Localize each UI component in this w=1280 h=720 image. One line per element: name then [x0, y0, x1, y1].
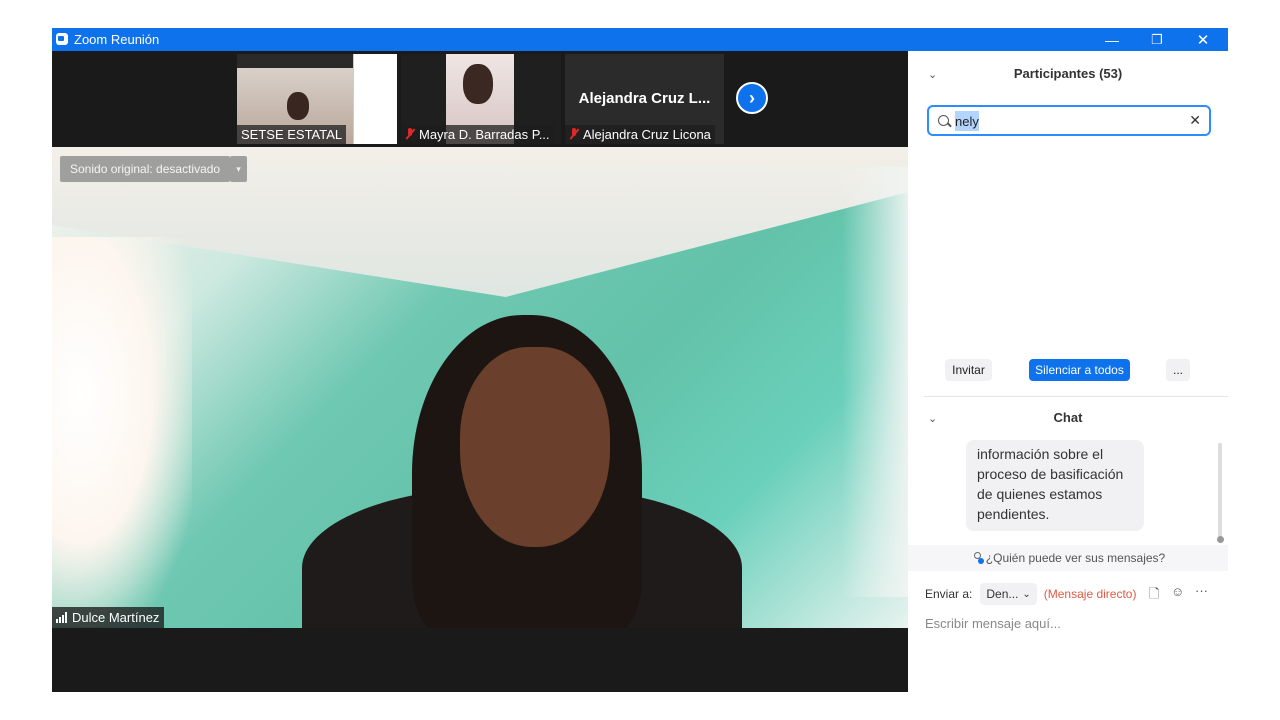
- thumbnail-name: SETSE ESTATAL: [237, 125, 347, 144]
- thumbnail-name-text: Alejandra Cruz Licona: [583, 127, 711, 142]
- side-panel: ⌄ Participantes (53) ✕ Invitar Silenciar…: [908, 51, 1228, 692]
- divider: [924, 396, 1228, 397]
- send-to-label: Enviar a:: [925, 587, 973, 601]
- recipient-value: Den...: [986, 587, 1019, 601]
- message-visibility-text: ¿Quién puede ver sus mensajes?: [985, 551, 1166, 565]
- thumbnail-alejandra[interactable]: Alejandra Cruz L... Alejandra Cruz Licon…: [565, 54, 724, 144]
- video-area: SETSE ESTATAL Mayra D. Barradas P... Ale…: [52, 51, 908, 692]
- window-light: [52, 237, 192, 627]
- shared-screen-document: [353, 54, 397, 144]
- file-icon[interactable]: 🗋: [1149, 585, 1159, 607]
- thumbnail-strip: SETSE ESTATAL Mayra D. Barradas P... Ale…: [52, 51, 908, 147]
- muted-mic-icon: [405, 128, 415, 140]
- speaker-name: Dulce Martínez: [72, 610, 160, 625]
- person-icon: [971, 552, 984, 564]
- participant-search-input[interactable]: [955, 111, 979, 131]
- thumbnail-name: Alejandra Cruz Licona: [565, 125, 715, 144]
- original-sound-button[interactable]: Sonido original: desactivado: [60, 156, 231, 182]
- participant-display-name: Alejandra Cruz L...: [578, 90, 711, 107]
- next-page-arrow-icon[interactable]: ›: [736, 82, 768, 114]
- participant-head: [463, 64, 493, 104]
- participant-search-box[interactable]: ✕: [927, 105, 1211, 136]
- signal-bars-icon: [56, 612, 67, 623]
- speaker-face: [460, 347, 610, 547]
- thumbnail-mayra[interactable]: Mayra D. Barradas P...: [401, 54, 561, 144]
- chat-message-input[interactable]: [925, 613, 1215, 633]
- chat-scrollbar[interactable]: [1218, 443, 1222, 538]
- message-visibility-bar[interactable]: ¿Quién puede ver sus mensajes?: [908, 545, 1228, 571]
- restore-button[interactable]: ❐: [1134, 28, 1180, 51]
- right-light: [842, 167, 908, 597]
- recipient-select[interactable]: Den... ⌄: [980, 583, 1037, 605]
- invite-button[interactable]: Invitar: [945, 359, 992, 381]
- chat-title: Chat: [1053, 410, 1083, 425]
- shared-screen-person: [287, 92, 309, 120]
- bottom-bar: [52, 628, 908, 692]
- thumbnail-name-text: Mayra D. Barradas P...: [419, 127, 550, 142]
- chevron-down-icon: ⌄: [1022, 588, 1031, 600]
- title-bar: Zoom Reunión — ❐ ✕: [52, 28, 1228, 51]
- mute-all-button[interactable]: Silenciar a todos: [1029, 359, 1130, 381]
- chat-scroll-thumb[interactable]: [1217, 536, 1224, 543]
- direct-message-label: (Mensaje directo): [1043, 587, 1137, 601]
- chat-message: información sobre el proceso de basifica…: [966, 440, 1144, 531]
- participants-title: Participantes (53): [1013, 66, 1123, 81]
- zoom-window: Zoom Reunión — ❐ ✕ SETSE ESTATAL Mayra D…: [52, 28, 1228, 692]
- emoji-icon[interactable]: ☺: [1171, 584, 1184, 599]
- active-speaker-video: Sonido original: desactivado ▾ Dulce Mar…: [52, 147, 908, 628]
- speaker-name-label: Dulce Martínez: [52, 607, 165, 628]
- more-options-button[interactable]: ...: [1166, 359, 1190, 381]
- window-title: Zoom Reunión: [74, 32, 160, 47]
- clear-search-icon[interactable]: ✕: [1189, 112, 1201, 129]
- thumbnail-name: Mayra D. Barradas P...: [401, 125, 554, 144]
- search-icon: [938, 115, 949, 126]
- minimize-button[interactable]: —: [1089, 28, 1135, 51]
- thumbnail-setse-estatal[interactable]: SETSE ESTATAL: [237, 54, 397, 144]
- shared-screen-toolbar: [237, 54, 353, 68]
- zoom-logo-icon: [56, 33, 68, 45]
- original-sound-dropdown-icon[interactable]: ▾: [230, 156, 247, 182]
- close-button[interactable]: ✕: [1180, 28, 1226, 51]
- more-chat-options-icon[interactable]: ···: [1195, 583, 1208, 598]
- muted-mic-icon: [569, 128, 579, 140]
